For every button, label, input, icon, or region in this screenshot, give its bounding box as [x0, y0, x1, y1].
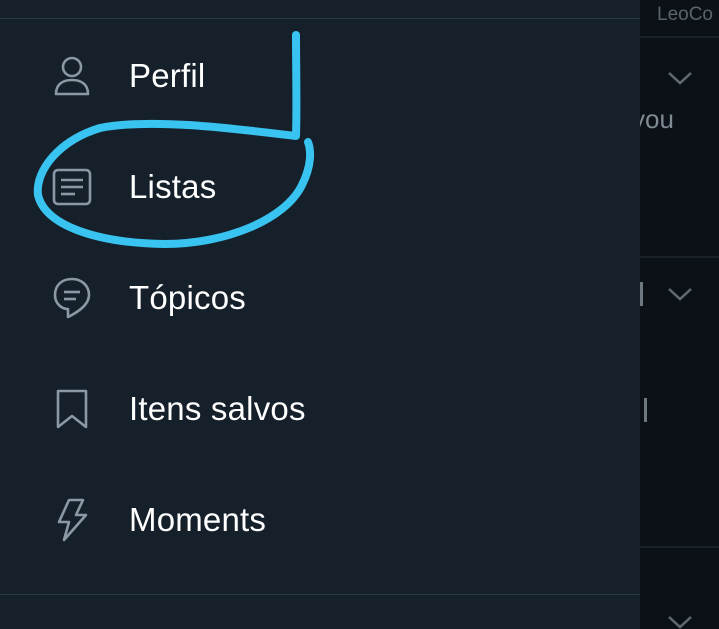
- timeline-divider: [640, 546, 719, 548]
- timeline-divider: [640, 256, 719, 258]
- menu-item-label: Moments: [129, 501, 267, 538]
- chevron-down-icon[interactable]: [667, 70, 693, 86]
- menu-item-itens-salvos[interactable]: Itens salvos: [0, 359, 640, 459]
- topics-speech-bubble-icon: [50, 276, 94, 320]
- menu-item-label: Tópicos: [129, 279, 246, 316]
- chevron-down-icon[interactable]: [667, 614, 693, 629]
- lightning-icon: [50, 498, 94, 542]
- person-icon: [50, 54, 94, 98]
- timeline-fragment: [644, 398, 647, 422]
- menu-item-perfil[interactable]: Perfil: [0, 26, 640, 126]
- drawer-divider-top: [0, 18, 640, 19]
- menu-item-topicos[interactable]: Tópicos: [0, 248, 640, 348]
- timeline-divider: [640, 36, 719, 38]
- menu-item-label: Perfil: [129, 57, 206, 94]
- timeline-background: LeoCo you: [640, 0, 719, 629]
- timeline-fragment: [640, 282, 643, 306]
- navigation-drawer: Perfil Listas Tópicos Itens salvos Momen…: [0, 0, 640, 629]
- bookmark-icon: [50, 387, 94, 431]
- chevron-down-icon[interactable]: [667, 286, 693, 302]
- timeline-handle: LeoCo: [657, 4, 713, 25]
- menu-item-label: Listas: [129, 168, 217, 205]
- menu-item-moments[interactable]: Moments: [0, 470, 640, 570]
- menu-item-listas[interactable]: Listas: [0, 137, 640, 237]
- app-viewport: LeoCo you Perfil: [0, 0, 719, 629]
- menu-item-label: Itens salvos: [129, 390, 306, 427]
- list-document-icon: [50, 165, 94, 209]
- timeline-snippet: you: [640, 104, 674, 134]
- drawer-divider-bottom: [0, 594, 640, 595]
